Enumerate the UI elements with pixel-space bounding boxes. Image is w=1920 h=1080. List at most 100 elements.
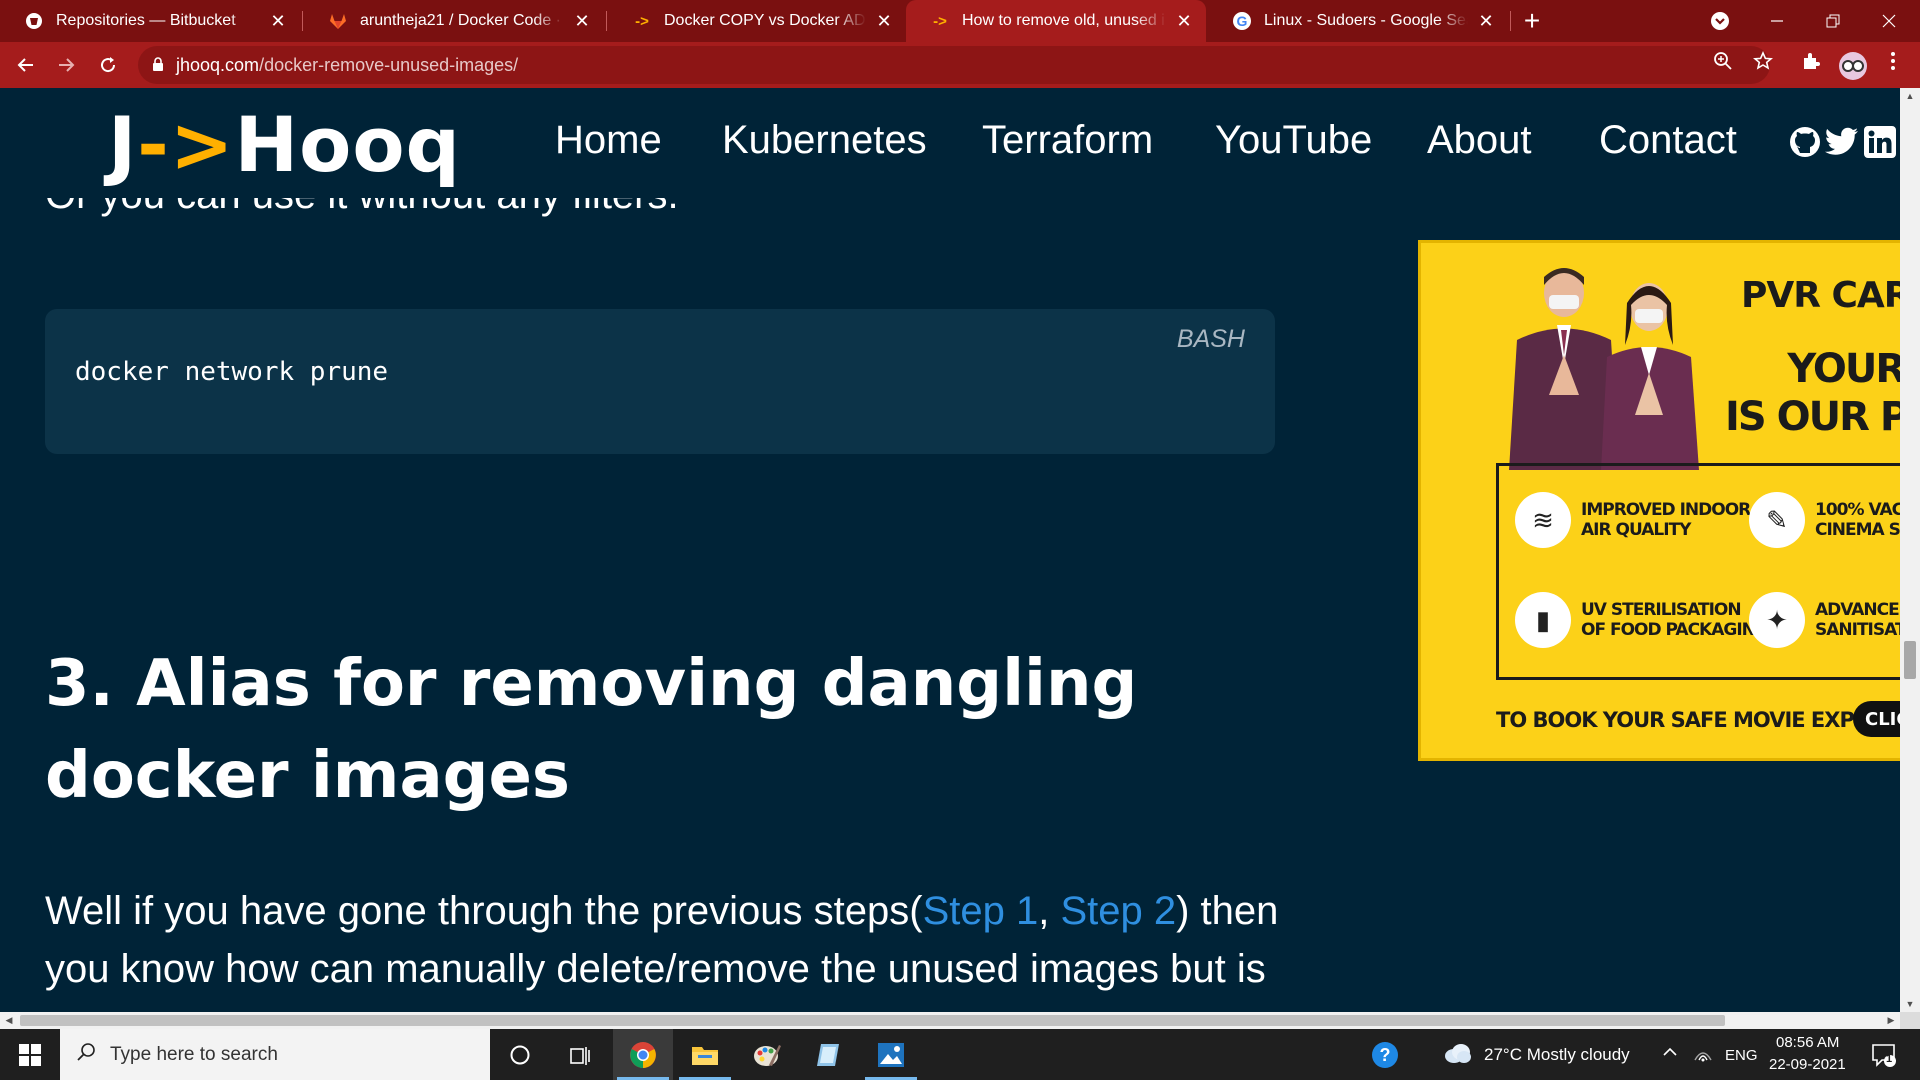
browser-tab-strip: Repositories — Bitbucket ✕ aruntheja21 /… xyxy=(0,0,1920,42)
tab-bitbucket[interactable]: Repositories — Bitbucket ✕ xyxy=(0,0,300,42)
search-icon xyxy=(76,1042,96,1068)
tab-close-icon[interactable]: ✕ xyxy=(872,11,896,32)
forward-arrow-icon xyxy=(59,58,75,72)
minimize-icon xyxy=(1771,20,1783,22)
task-view-button[interactable] xyxy=(550,1029,610,1080)
browser-menu-icon[interactable] xyxy=(1879,51,1907,77)
chrome-icon xyxy=(630,1041,656,1068)
logo-arrow: -> xyxy=(137,100,235,189)
tab-close-icon[interactable]: ✕ xyxy=(266,11,290,32)
taskbar-file-explorer[interactable] xyxy=(675,1029,735,1080)
site-logo[interactable]: J->Hooq xyxy=(108,100,461,189)
photos-icon xyxy=(878,1042,904,1067)
nav-kubernetes[interactable]: Kubernetes xyxy=(722,118,927,163)
tab-gitlab[interactable]: aruntheja21 / Docker Code · GitLab ✕ xyxy=(304,0,604,42)
tab-close-icon[interactable]: ✕ xyxy=(1474,11,1498,32)
tab-google-search[interactable]: G Linux - Sudoers - Google Search ✕ xyxy=(1208,0,1508,42)
nav-youtube[interactable]: YouTube xyxy=(1215,118,1372,163)
start-button[interactable] xyxy=(0,1029,60,1080)
step2-link[interactable]: Step 2 xyxy=(1060,889,1176,933)
jhooq-icon: -> xyxy=(635,12,649,30)
reload-button[interactable] xyxy=(92,49,124,81)
bookmark-star-icon[interactable] xyxy=(1749,51,1777,77)
weather-text[interactable]: 27°C Mostly cloudy xyxy=(1484,1045,1630,1065)
gitlab-icon xyxy=(328,11,348,31)
scroll-right-icon[interactable]: ▶ xyxy=(1882,1012,1900,1029)
tab-docker-copy[interactable]: -> Docker COPY vs Docker ADD? | Jhooq ✕ xyxy=(608,0,906,42)
svg-text:G: G xyxy=(1237,13,1248,29)
weather-cloud-icon[interactable] xyxy=(1444,1042,1472,1069)
zoom-icon[interactable] xyxy=(1709,51,1737,77)
svg-text:?: ? xyxy=(1380,1045,1391,1065)
tab-search-button[interactable] xyxy=(1697,0,1743,42)
back-arrow-icon xyxy=(17,58,33,72)
taskbar-chrome[interactable] xyxy=(613,1029,673,1080)
scroll-down-icon[interactable]: ▼ xyxy=(1900,996,1920,1012)
nav-contact[interactable]: Contact xyxy=(1599,118,1737,163)
chevron-down-icon xyxy=(1711,12,1729,30)
clock-time[interactable]: 08:56 AM xyxy=(1776,1034,1839,1051)
address-bar[interactable]: jhooq.com/docker-remove-unused-images/ xyxy=(138,46,1770,84)
ad-headline-line1: YOUR SAFETY xyxy=(1787,346,1903,392)
code-text[interactable]: docker network prune xyxy=(75,357,388,387)
ad-cta-button[interactable]: CLICK xyxy=(1853,701,1900,737)
tab-title: Linux - Sudoers - Google Search xyxy=(1264,12,1468,29)
restore-button[interactable] xyxy=(1810,0,1856,42)
language-indicator[interactable]: ENG xyxy=(1725,1047,1758,1064)
jhooq-icon: -> xyxy=(933,12,947,30)
site-header: J->Hooq Home Kubernetes Terraform YouTub… xyxy=(0,88,1900,198)
github-icon[interactable] xyxy=(1787,124,1823,160)
scrollbar-corner xyxy=(1900,1012,1920,1029)
linkedin-icon[interactable] xyxy=(1862,124,1898,160)
ad-feature-text: UV STERILISATION OF FOOD PACKAGING xyxy=(1581,600,1769,640)
nav-home[interactable]: Home xyxy=(555,118,662,163)
clock-date[interactable]: 22-09-2021 xyxy=(1769,1056,1846,1073)
horizontal-scroll-thumb[interactable] xyxy=(20,1015,1725,1026)
twitter-icon[interactable] xyxy=(1824,124,1860,160)
lock-icon xyxy=(152,56,176,74)
vertical-scroll-thumb[interactable] xyxy=(1904,641,1916,679)
tab-separator xyxy=(1510,11,1511,31)
notification-center-icon[interactable]: 1 xyxy=(1870,1041,1898,1074)
para-text: Well if you have gone through the previo… xyxy=(45,889,923,933)
notification-count: 1 xyxy=(1886,1053,1893,1065)
profile-avatar[interactable] xyxy=(1839,52,1867,80)
ad-headline: YOUR SAFETY IS OUR PRIORITY xyxy=(1725,345,1903,441)
horizontal-scrollbar[interactable]: ◀ ▶ xyxy=(0,1012,1900,1029)
article-paragraph: Well if you have gone through the previo… xyxy=(45,882,1280,998)
taskbar-search[interactable]: Type here to search xyxy=(60,1029,490,1080)
ad-staff-illustration xyxy=(1509,268,1699,470)
tab-title: aruntheja21 / Docker Code · GitLab xyxy=(360,12,564,29)
step1-link[interactable]: Step 1 xyxy=(923,889,1039,933)
taskbar-notes[interactable] xyxy=(799,1029,859,1080)
tab-remove-images[interactable]: -> How to remove old, unused images ✕ xyxy=(906,0,1206,42)
minimize-button[interactable] xyxy=(1754,0,1800,42)
taskbar-paint[interactable] xyxy=(737,1029,797,1080)
url-path: /docker-remove-unused-images/ xyxy=(259,54,519,75)
cortana-icon xyxy=(510,1045,530,1064)
wifi-icon[interactable] xyxy=(1693,1044,1713,1067)
back-button[interactable] xyxy=(10,49,42,81)
notes-icon xyxy=(817,1043,839,1066)
tab-close-icon[interactable]: ✕ xyxy=(570,11,594,32)
ad-feature-vaccine: ✎ 100% VACCINATED CINEMA STAFF xyxy=(1749,492,1900,548)
help-icon[interactable]: ? xyxy=(1371,1041,1399,1074)
scroll-left-icon[interactable]: ◀ xyxy=(0,1012,18,1029)
vertical-scrollbar[interactable]: ▲ ▼ xyxy=(1900,88,1920,1012)
cortana-button[interactable] xyxy=(490,1029,550,1080)
task-view-icon xyxy=(570,1046,590,1065)
scroll-up-icon[interactable]: ▲ xyxy=(1900,88,1920,104)
paint-icon xyxy=(754,1044,781,1066)
tray-chevron-up-icon[interactable] xyxy=(1661,1043,1679,1066)
tab-close-icon[interactable]: ✕ xyxy=(1172,11,1196,32)
new-tab-button[interactable]: + xyxy=(1518,0,1546,42)
advertisement-banner[interactable]: PVR CARES YOUR SAFETY IS OUR PRIORITY ≋ … xyxy=(1418,240,1903,761)
extensions-icon[interactable] xyxy=(1797,51,1825,77)
taskbar-photos[interactable] xyxy=(861,1029,921,1080)
browser-toolbar: jhooq.com/docker-remove-unused-images/ xyxy=(0,42,1920,88)
nav-terraform[interactable]: Terraform xyxy=(982,118,1153,163)
folder-icon xyxy=(692,1046,718,1065)
close-window-button[interactable] xyxy=(1866,0,1912,42)
forward-button[interactable] xyxy=(50,49,82,81)
nav-about[interactable]: About xyxy=(1427,118,1532,163)
